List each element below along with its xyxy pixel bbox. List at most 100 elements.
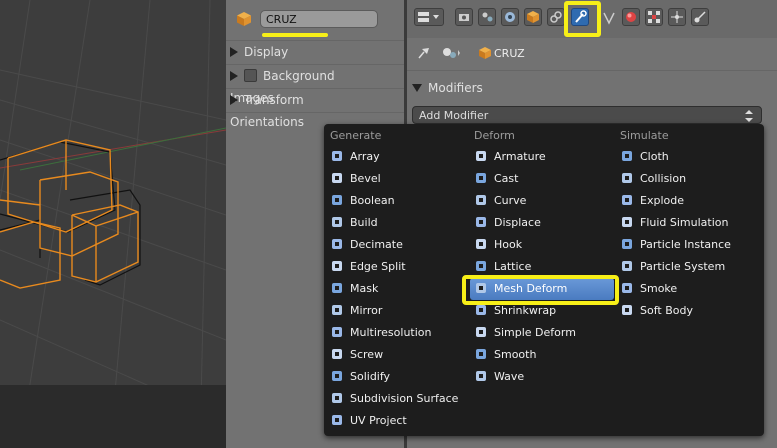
- menu-item-displace[interactable]: Displace: [470, 212, 614, 234]
- divider: [226, 112, 404, 113]
- panel-label: Modifiers: [428, 81, 483, 95]
- menu-column-header: Deform: [474, 129, 515, 142]
- menu-item-label: Build: [350, 216, 378, 229]
- lattice-icon: [474, 259, 488, 273]
- menu-item-boolean[interactable]: Boolean: [326, 190, 470, 212]
- panel-display[interactable]: Display: [230, 41, 380, 63]
- menu-item-label: Explode: [640, 194, 684, 207]
- triangle-right-icon: [230, 95, 238, 105]
- menu-item-label: Screw: [350, 348, 384, 361]
- mask-icon: [330, 281, 344, 295]
- menu-item-wave[interactable]: Wave: [470, 366, 614, 388]
- menu-item-edge-split[interactable]: Edge Split: [326, 256, 470, 278]
- menu-item-build[interactable]: Build: [326, 212, 470, 234]
- scene-icon[interactable]: [501, 8, 519, 26]
- menu-item-smoke[interactable]: Smoke: [616, 278, 760, 300]
- data-icon[interactable]: [603, 11, 615, 25]
- menu-item-multiresolution[interactable]: Multiresolution: [326, 322, 470, 344]
- bevel-icon: [330, 171, 344, 185]
- editor-type-button[interactable]: [414, 8, 444, 26]
- menu-item-particle-instance[interactable]: Particle Instance: [616, 234, 760, 256]
- checkbox[interactable]: [244, 69, 257, 82]
- menu-item-label: Array: [350, 150, 380, 163]
- pin-icon[interactable]: [416, 46, 430, 63]
- cube-icon: [478, 46, 492, 63]
- render-layers-icon[interactable]: [478, 8, 496, 26]
- object-name-field[interactable]: CRUZ: [260, 10, 378, 28]
- menu-item-collision[interactable]: Collision: [616, 168, 760, 190]
- menu-item-explode[interactable]: Explode: [616, 190, 760, 212]
- modifiers-tab-highlight: [564, 1, 601, 37]
- menu-item-screw[interactable]: Screw: [326, 344, 470, 366]
- particle-instance-icon: [620, 237, 634, 251]
- menu-item-label: Shrinkwrap: [494, 304, 557, 317]
- menu-item-bevel[interactable]: Bevel: [326, 168, 470, 190]
- menu-item-label: Lattice: [494, 260, 532, 273]
- menu-item-label: Cast: [494, 172, 519, 185]
- render-icon[interactable]: [455, 8, 473, 26]
- build-icon: [330, 215, 344, 229]
- menu-item-label: Cloth: [640, 150, 669, 163]
- menu-item-label: Smooth: [494, 348, 537, 361]
- menu-item-label: Particle Instance: [640, 238, 731, 251]
- simple-deform-icon: [474, 325, 488, 339]
- world-icon[interactable]: [524, 8, 542, 26]
- menu-item-uv-project[interactable]: UV Project: [326, 410, 470, 432]
- menu-item-cloth[interactable]: Cloth: [616, 146, 760, 168]
- 3d-viewport[interactable]: [0, 0, 226, 448]
- menu-item-label: Subdivision Surface: [350, 392, 459, 405]
- subdivision-surface-icon: [330, 391, 344, 405]
- menu-item-armature[interactable]: Armature: [470, 146, 614, 168]
- menu-item-label: Fluid Simulation: [640, 216, 729, 229]
- menu-item-fluid-simulation[interactable]: Fluid Simulation: [616, 212, 760, 234]
- menu-item-cast[interactable]: Cast: [470, 168, 614, 190]
- menu-item-solidify[interactable]: Solidify: [326, 366, 470, 388]
- panel-background-images[interactable]: Background Images: [230, 65, 380, 105]
- menu-item-label: Smoke: [640, 282, 678, 295]
- wave-icon: [474, 369, 488, 383]
- mesh-deform-highlight: [462, 275, 619, 305]
- menu-item-label: Solidify: [350, 370, 391, 383]
- menu-item-label: Decimate: [350, 238, 403, 251]
- displace-icon: [474, 215, 488, 229]
- panel-label: Transform Orientations: [230, 93, 304, 129]
- menu-item-subdivision-surface[interactable]: Subdivision Surface: [326, 388, 470, 410]
- menu-item-simple-deform[interactable]: Simple Deform: [470, 322, 614, 344]
- menu-item-mask[interactable]: Mask: [326, 278, 470, 300]
- menu-item-soft-body[interactable]: Soft Body: [616, 300, 760, 322]
- modifiers-panel-header[interactable]: Modifiers: [412, 78, 772, 98]
- menu-item-smooth[interactable]: Smooth: [470, 344, 614, 366]
- hook-icon: [474, 237, 488, 251]
- menu-item-label: UV Project: [350, 414, 407, 427]
- particle-system-icon: [620, 259, 634, 273]
- highlight-underline: [262, 33, 328, 37]
- menu-item-label: Edge Split: [350, 260, 406, 273]
- shrinkwrap-icon: [474, 303, 488, 317]
- solidify-icon: [330, 369, 344, 383]
- menu-item-label: Hook: [494, 238, 523, 251]
- menu-item-mirror[interactable]: Mirror: [326, 300, 470, 322]
- menu-item-label: Simple Deform: [494, 326, 576, 339]
- menu-item-curve[interactable]: Curve: [470, 190, 614, 212]
- fluid-simulation-icon: [620, 215, 634, 229]
- divider: [407, 70, 777, 71]
- menu-item-array[interactable]: Array: [326, 146, 470, 168]
- texture-icon[interactable]: [645, 8, 663, 26]
- edge-split-icon: [330, 259, 344, 273]
- menu-item-label: Boolean: [350, 194, 395, 207]
- add-modifier-button[interactable]: Add Modifier: [412, 106, 762, 124]
- menu-item-hook[interactable]: Hook: [470, 234, 614, 256]
- menu-item-label: Mask: [350, 282, 379, 295]
- constraints-icon[interactable]: [547, 8, 565, 26]
- smoke-icon: [620, 281, 634, 295]
- menu-column-header: Generate: [330, 129, 382, 142]
- physics-icon[interactable]: [691, 8, 709, 26]
- menu-item-label: Displace: [494, 216, 541, 229]
- viewport-scene: [0, 0, 226, 448]
- material-icon[interactable]: [622, 8, 640, 26]
- curve-icon: [474, 193, 488, 207]
- particles-icon[interactable]: [668, 8, 686, 26]
- menu-item-decimate[interactable]: Decimate: [326, 234, 470, 256]
- panel-transform-orientations[interactable]: Transform Orientations: [230, 89, 380, 129]
- menu-item-particle-system[interactable]: Particle System: [616, 256, 760, 278]
